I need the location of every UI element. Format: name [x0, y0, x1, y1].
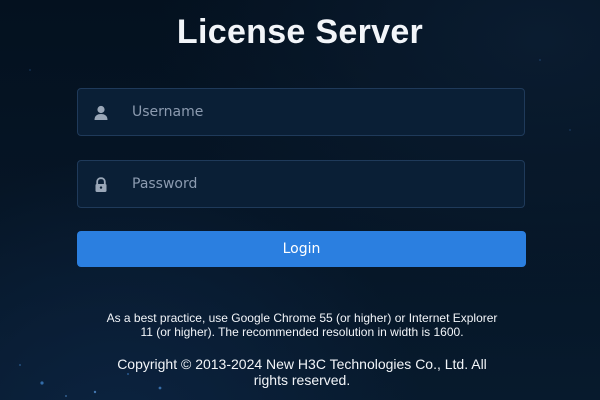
username-input[interactable]: [132, 89, 512, 135]
password-field[interactable]: [77, 160, 525, 208]
browser-notice: As a best practice, use Google Chrome 55…: [106, 311, 498, 339]
login-button[interactable]: Login: [77, 231, 526, 267]
password-input[interactable]: [132, 161, 512, 207]
user-icon: [94, 105, 108, 120]
lock-icon: [95, 177, 107, 192]
username-field[interactable]: [77, 88, 525, 136]
copyright-text: Copyright © 2013-2024 New H3C Technologi…: [117, 356, 487, 388]
page-title: License Server: [176, 13, 424, 51]
